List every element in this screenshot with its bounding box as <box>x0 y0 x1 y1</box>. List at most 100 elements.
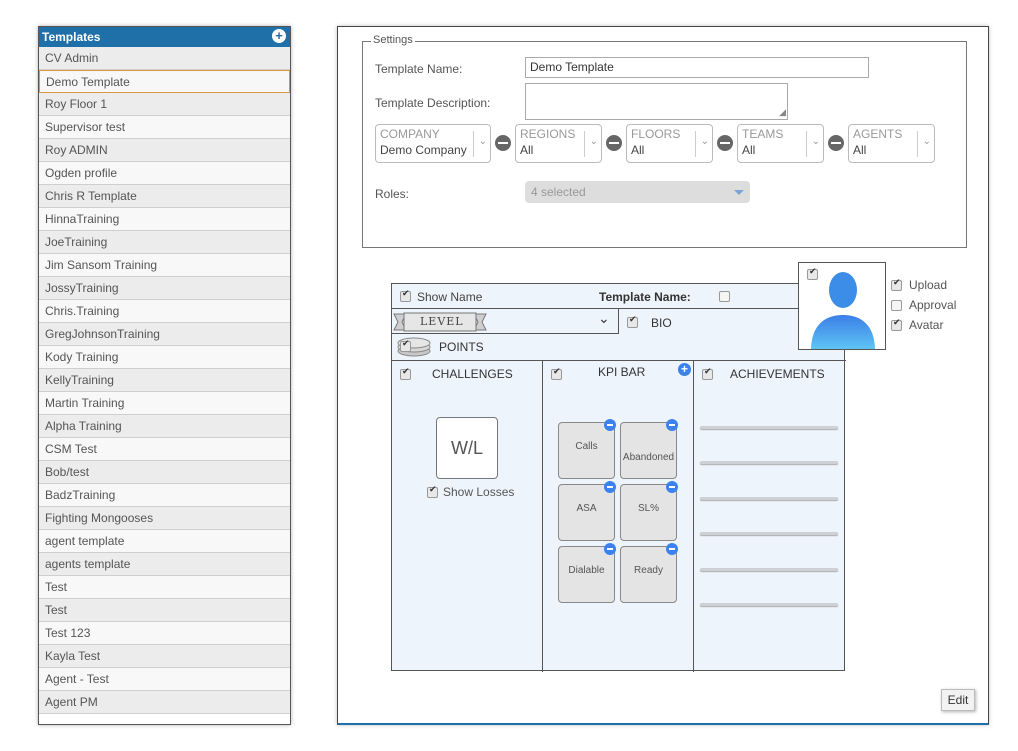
template-list-item[interactable]: Agent - Test <box>39 668 290 691</box>
template-list-item[interactable]: JossyTraining <box>39 277 290 300</box>
template-list-item[interactable]: Supervisor test <box>39 116 290 139</box>
remove-kpi-icon[interactable] <box>666 419 678 431</box>
regions-title: REGIONS <box>520 127 576 141</box>
template-list-item[interactable]: BadzTraining <box>39 484 290 507</box>
template-list-item[interactable]: Test <box>39 599 290 622</box>
challenges-checkbox[interactable] <box>400 367 411 380</box>
resize-handle-icon[interactable]: ◢ <box>779 103 786 121</box>
avatar-preview <box>798 262 886 350</box>
add-kpi-icon[interactable]: + <box>678 363 691 376</box>
remove-kpi-icon[interactable] <box>666 481 678 493</box>
template-name-label: Template Name: <box>375 62 463 76</box>
template-list-item[interactable]: Fighting Mongooses <box>39 507 290 530</box>
dropdown-separator <box>473 131 474 157</box>
remove-kpi-icon[interactable] <box>604 481 616 493</box>
remove-teams-icon[interactable] <box>717 135 733 151</box>
template-list-item[interactable]: HinnaTraining <box>39 208 290 231</box>
template-preview-card: Show Name Template Name: LEVEL ⌄ POINTS <box>391 283 846 672</box>
caret-down-icon <box>734 190 744 195</box>
template-list-item[interactable]: JoeTraining <box>39 231 290 254</box>
floors-dropdown[interactable]: FLOORS All ⌄ <box>626 124 713 163</box>
template-list-item[interactable]: Kody Training <box>39 346 290 369</box>
upload-label: Upload <box>909 278 948 292</box>
template-list-item[interactable]: Ogden profile <box>39 162 290 185</box>
template-list-item[interactable]: Demo Template <box>39 70 290 93</box>
show-name-label: Show Name <box>417 290 483 304</box>
kpi-bar-checkbox[interactable] <box>551 367 562 380</box>
points-row: POINTS <box>392 334 619 360</box>
template-list-item[interactable]: agent template <box>39 530 290 553</box>
template-list-item[interactable]: Agent PM <box>39 691 290 714</box>
remove-kpi-icon[interactable] <box>604 543 616 555</box>
achievements-checkbox[interactable] <box>702 367 713 380</box>
agents-dropdown[interactable]: AGENTS All ⌄ <box>848 124 935 163</box>
chevron-down-icon[interactable]: ⌄ <box>590 136 598 147</box>
template-description-input[interactable]: ◢ <box>525 83 788 120</box>
kpi-tile-label: Abandoned <box>622 452 675 463</box>
template-list-item[interactable]: Chris.Training <box>39 300 290 323</box>
template-list-item[interactable]: CV Admin <box>39 47 290 70</box>
template-list-item[interactable]: Bob/test <box>39 461 290 484</box>
win-loss-tile: W/L <box>436 417 498 479</box>
edit-button[interactable]: Edit <box>941 689 975 711</box>
approval-checkbox[interactable] <box>891 300 902 311</box>
kpi-tile-asa[interactable]: ASA <box>558 481 616 541</box>
kpi-tile-calls[interactable]: Calls <box>558 419 616 479</box>
show-losses-checkbox[interactable] <box>427 485 438 498</box>
template-list-item[interactable]: Jim Sansom Training <box>39 254 290 277</box>
template-list-item[interactable]: Martin Training <box>39 392 290 415</box>
template-list-item[interactable]: GregJohnsonTraining <box>39 323 290 346</box>
template-list-item[interactable]: agents template <box>39 553 290 576</box>
template-list-item[interactable]: Kayla Test <box>39 645 290 668</box>
template-list-item[interactable]: Chris R Template <box>39 185 290 208</box>
remove-agents-icon[interactable] <box>828 135 844 151</box>
remove-kpi-icon[interactable] <box>604 419 616 431</box>
achievement-placeholder <box>700 497 838 500</box>
remove-floors-icon[interactable] <box>606 135 622 151</box>
show-name-checkbox[interactable] <box>400 289 411 302</box>
template-name-checkbox[interactable] <box>719 291 730 302</box>
achievement-placeholder <box>700 568 838 571</box>
remove-regions-icon[interactable] <box>495 135 511 151</box>
chevron-down-icon[interactable]: ⌄ <box>701 136 709 147</box>
kpi-tile-dialable[interactable]: Dialable <box>558 543 616 603</box>
chevron-down-icon[interactable]: ⌄ <box>923 136 931 147</box>
bio-checkbox[interactable] <box>627 315 638 328</box>
remove-kpi-icon[interactable] <box>666 543 678 555</box>
company-title: COMPANY <box>380 127 440 141</box>
template-list-item[interactable]: CSM Test <box>39 438 290 461</box>
points-checkbox[interactable] <box>400 339 411 352</box>
kpi-tile-label: ASA <box>576 503 597 514</box>
template-list-item[interactable]: KellyTraining <box>39 369 290 392</box>
template-list-item[interactable]: Roy Floor 1 <box>39 93 290 116</box>
approval-label: Approval <box>909 298 957 312</box>
template-list-item[interactable]: Test <box>39 576 290 599</box>
kpi-tile-abandoned[interactable]: Abandoned <box>620 419 678 479</box>
bio-label: BIO <box>651 316 672 330</box>
roles-select[interactable]: 4 selected <box>525 181 750 203</box>
avatar-checkbox[interactable] <box>891 318 902 331</box>
teams-dropdown[interactable]: TEAMS All ⌄ <box>737 124 824 163</box>
dropdown-separator <box>584 131 585 157</box>
template-list-item[interactable]: Alpha Training <box>39 415 290 438</box>
kpi-bar-column: KPI BAR + Calls Abandoned ASA SL% Dialab… <box>543 361 694 672</box>
avatar-icon <box>811 272 875 349</box>
achievement-placeholder <box>700 532 838 535</box>
company-dropdown[interactable]: COMPANY Demo Company ⌄ <box>375 124 491 163</box>
add-template-icon[interactable]: + <box>272 29 286 43</box>
kpi-tile-ready[interactable]: Ready <box>620 543 678 603</box>
chevron-down-icon[interactable]: ⌄ <box>598 310 610 327</box>
show-losses-label: Show Losses <box>443 485 515 499</box>
template-list-item[interactable]: Roy ADMIN <box>39 139 290 162</box>
template-name-input[interactable]: Demo Template <box>525 57 869 78</box>
roles-label: Roles: <box>375 187 410 201</box>
kpi-tile-sl[interactable]: SL% <box>620 481 678 541</box>
company-value: Demo Company <box>380 143 467 157</box>
upload-checkbox[interactable] <box>891 278 902 291</box>
chevron-down-icon[interactable]: ⌄ <box>812 136 820 147</box>
regions-dropdown[interactable]: REGIONS All ⌄ <box>515 124 602 163</box>
template-editor-panel: Settings Template Name: Demo Template Te… <box>337 26 989 725</box>
templates-panel: Templates + CV Admin Demo Template Roy Flo… <box>38 26 291 725</box>
template-list-item[interactable]: Test 123 <box>39 622 290 645</box>
chevron-down-icon[interactable]: ⌄ <box>479 136 487 147</box>
